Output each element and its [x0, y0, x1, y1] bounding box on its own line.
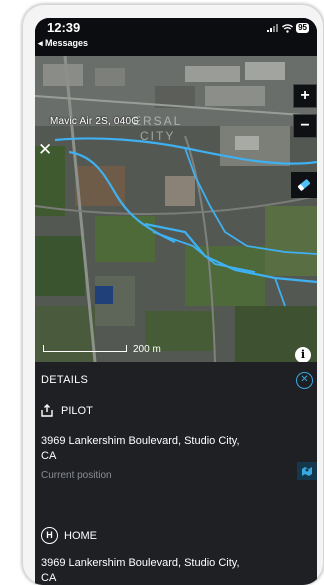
zoom-out-button[interactable]: −: [293, 114, 317, 138]
area-label-line-1: ERSAL: [133, 114, 183, 128]
zoom-in-button[interactable]: +: [293, 84, 317, 108]
map-scale: 200 m: [43, 344, 161, 355]
home-point-icon: H: [41, 527, 58, 544]
map-pin-icon: [302, 467, 312, 476]
scale-bar: [43, 344, 127, 352]
info-button[interactable]: i: [295, 347, 311, 362]
details-title: DETAILS: [41, 374, 89, 386]
home-label: HOME: [64, 529, 97, 542]
pilot-share-icon: [41, 404, 53, 417]
battery-level: 95: [296, 23, 309, 33]
close-map-icon[interactable]: ✕: [38, 140, 52, 160]
drone-label: Mavic Air 2S, 040G: [50, 116, 140, 127]
home-address: 3969 Lankershim Boulevard, Studio City, …: [41, 557, 240, 584]
pilot-label: PILOT: [61, 404, 93, 417]
map-view[interactable]: Mavic Air 2S, 040G ERSAL CITY + − ✕ 200 …: [35, 56, 317, 362]
details-panel: DETAILS ✕ PILOT 3969 Lankershim Boulevar…: [35, 362, 317, 585]
screen: 12:39 ◂ Messages 95 Mavic Air 2S, 040G E…: [35, 18, 317, 585]
locate-on-map-button[interactable]: [297, 462, 317, 480]
area-label-line-2: CITY: [140, 129, 176, 143]
pilot-position-note: Current position: [41, 470, 112, 481]
status-time: 12:39: [47, 20, 81, 35]
status-bar: 12:39 ◂ Messages 95: [35, 18, 317, 56]
wifi-icon: [282, 23, 294, 33]
eraser-button[interactable]: [291, 172, 317, 198]
home-heading: H HOME: [41, 527, 97, 544]
signal-icon: [267, 24, 279, 32]
back-to-messages-link[interactable]: ◂ Messages: [38, 38, 88, 49]
scale-label: 200 m: [133, 344, 161, 355]
status-icons: 95: [267, 23, 309, 33]
details-close-button[interactable]: ✕: [296, 372, 313, 389]
pilot-heading: PILOT: [41, 404, 93, 417]
satellite-imagery: [35, 56, 317, 362]
pilot-address: 3969 Lankershim Boulevard, Studio City, …: [41, 435, 240, 462]
phone-frame: 12:39 ◂ Messages 95 Mavic Air 2S, 040G E…: [22, 4, 324, 585]
eraser-icon: [297, 179, 311, 191]
area-label: ERSAL CITY: [133, 114, 182, 144]
